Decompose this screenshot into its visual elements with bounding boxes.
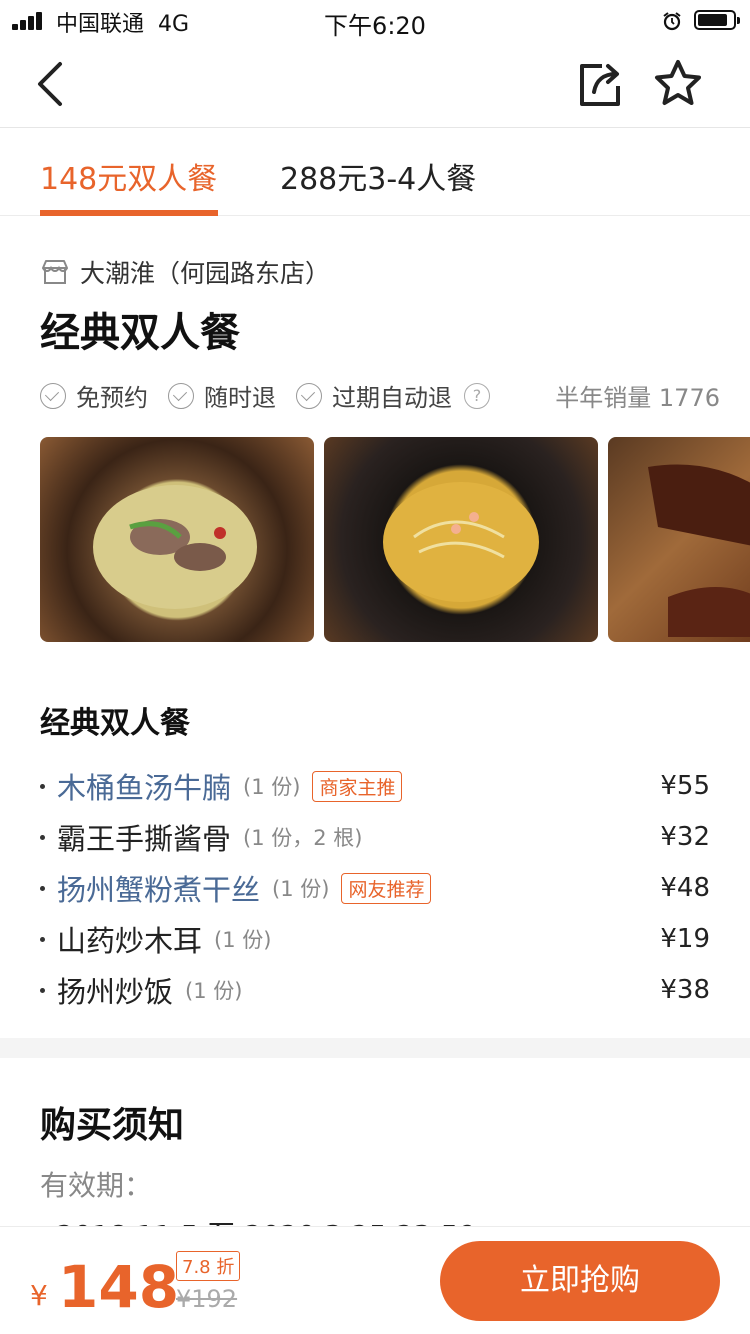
menu-item-tag: 商家主推 [312,770,403,802]
shop-link[interactable]: 大潮淮（何园路东店） [40,254,330,290]
feature-refund-anytime: 随时退 [168,378,276,413]
bullet [40,834,45,840]
back-arrow-icon[interactable] [22,54,82,114]
purchase-notice-title: 购买须知 [40,1105,185,1146]
star-icon[interactable] [648,54,708,114]
menu-item-name[interactable]: 木桶鱼汤牛腩 [57,765,231,807]
currency-symbol: ¥ [30,1279,48,1312]
menu-item-qty: (1 份) [243,775,301,799]
validity-label: 有效期： [40,1169,153,1202]
menu-item-price: ¥32 [660,822,710,852]
menu-item-tag: 网友推荐 [341,872,432,904]
menu-item-price: ¥55 [660,771,710,801]
share-icon[interactable] [568,54,628,114]
sales-count: 半年销量 1776 [555,384,720,412]
original-price: ¥192 [176,1285,238,1313]
tab-288-package[interactable]: 288元3-4人餐 [280,154,476,198]
shop-name: 大潮淮（何园路东店） [80,259,331,288]
feature-no-reservation: 免预约 [40,378,148,413]
menu-title: 经典双人餐 [40,706,190,741]
discount-badge: 7.8 折 [176,1251,241,1281]
package-tabs: 148元双人餐 288元3-4人餐 [0,128,750,216]
menu-item-price: ¥48 [660,873,710,903]
menu-item: 扬州蟹粉煮干丝 (1 份) 网友推荐 ¥48 [40,868,710,908]
section-divider [0,1038,750,1058]
menu-item-name: 山药炒木耳 [57,924,203,958]
menu-item-price: ¥19 [660,924,710,954]
menu-item-name: 霸王手撕酱骨 [57,822,232,856]
status-bar: 中国联通 4G 下午6:20 [0,0,750,40]
menu-item-price: ¥38 [660,975,710,1005]
dish-photo-3[interactable] [608,437,750,642]
bullet [40,987,45,993]
menu-item: 山药炒木耳 (1 份) ¥19 [40,919,710,959]
check-circle-icon [40,382,66,409]
buy-now-button[interactable]: 立即抢购 [440,1241,720,1321]
menu-item-qty: (1 份) [272,877,330,901]
deal-price: 148 [58,1253,180,1321]
active-tab-indicator [40,210,218,216]
bullet [40,936,45,942]
alarm-icon [663,12,681,31]
bottom-purchase-bar: ¥ 148 7.8 折 ¥192 立即抢购 [0,1226,750,1334]
menu-item: 扬州炒饭 (1 份) ¥38 [40,970,710,1010]
dish-photo-2[interactable] [324,437,598,642]
deal-title: 经典双人餐 [40,310,240,356]
store-icon [42,260,68,284]
nav-bar [0,40,750,128]
tab-148-package[interactable]: 148元双人餐 [40,154,217,198]
clock: 下午6:20 [324,12,426,40]
deal-features: 免预约 随时退 过期自动退 ? 半年销量 1776 [40,378,720,413]
check-circle-icon [296,382,322,409]
battery-icon [694,10,740,30]
menu-item: 木桶鱼汤牛腩 (1 份) 商家主推 ¥55 [40,766,710,806]
menu-item-qty: (1 份，2 根) [243,826,363,850]
bullet [40,783,45,789]
feature-auto-refund: 过期自动退 [296,378,452,413]
check-circle-icon [168,382,194,409]
menu-item-qty: (1 份) [214,928,272,952]
menu-item-qty: (1 份) [185,979,243,1003]
help-icon[interactable]: ? [464,382,490,409]
menu-item: 霸王手撕酱骨 (1 份，2 根) ¥32 [40,817,710,857]
menu-item-name: 扬州炒饭 [57,975,174,1009]
bullet [40,885,45,891]
menu-item-name[interactable]: 扬州蟹粉煮干丝 [57,867,260,909]
dish-photo-1[interactable] [40,437,314,642]
